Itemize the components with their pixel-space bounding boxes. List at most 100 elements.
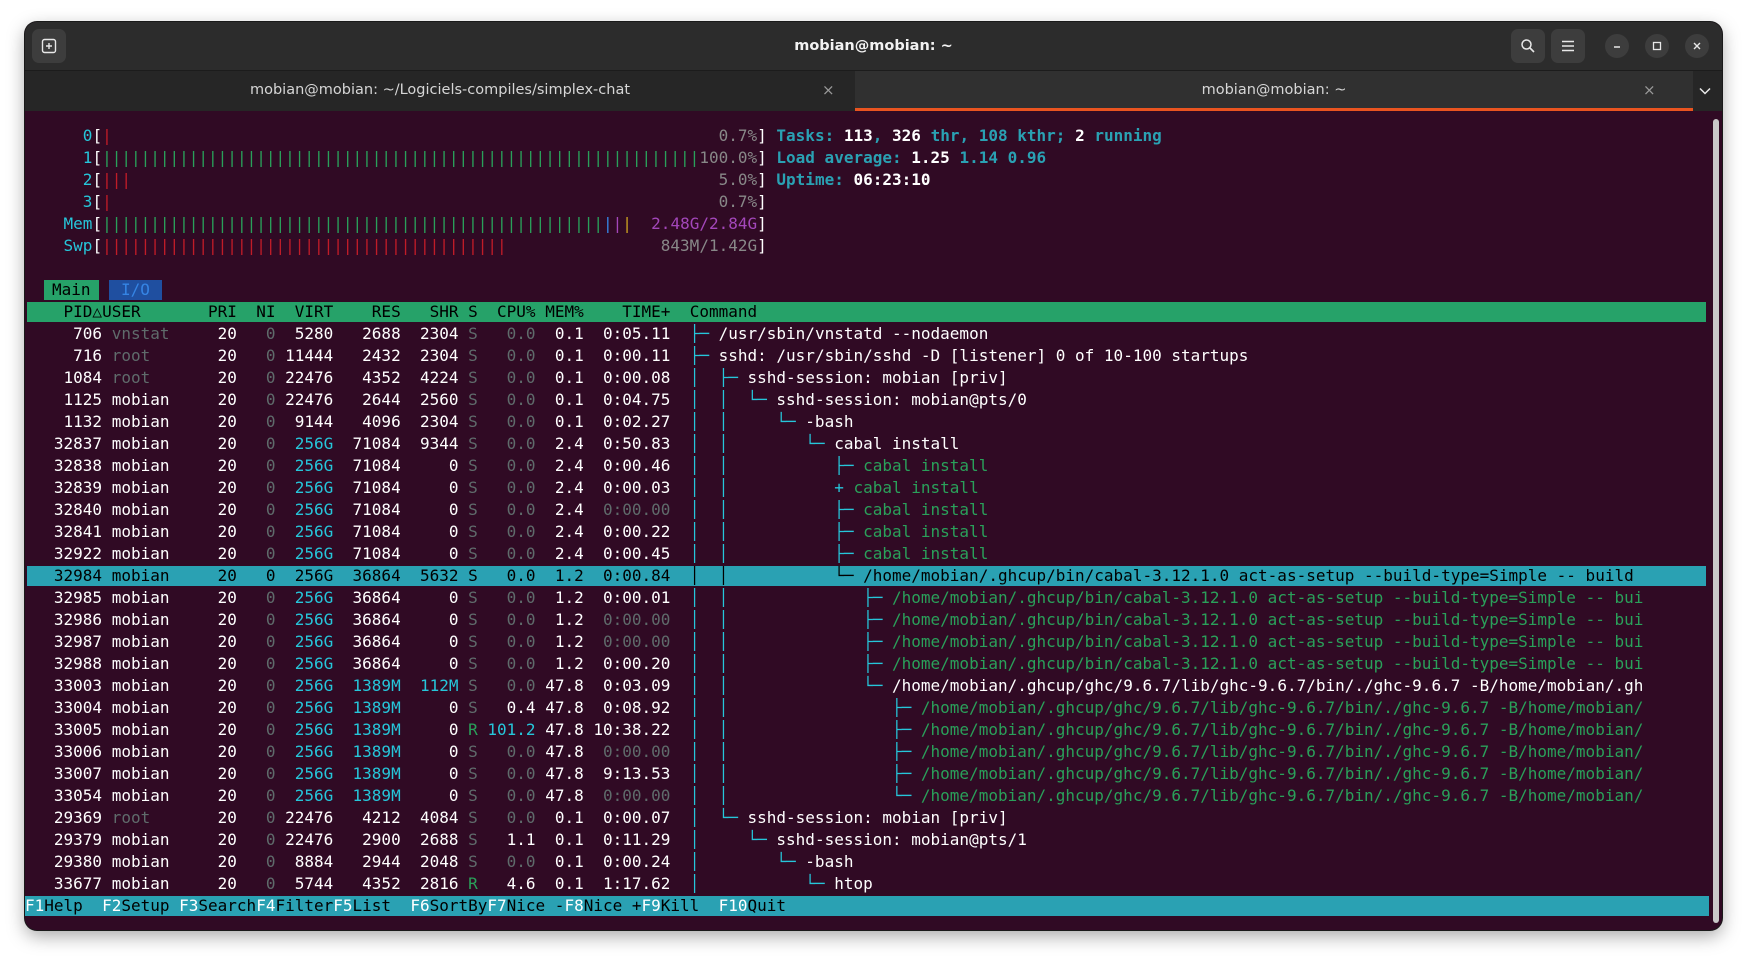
tab-close-icon[interactable]: × [822,71,835,111]
screen-tab-io[interactable]: I/O [109,280,162,300]
process-row[interactable]: 33054 mobian 20 0 256G 1389M 0 S 0.0 47.… [25,785,1643,807]
screen-tab-main[interactable]: Main [44,280,99,300]
text-segment [670,654,689,673]
process-nice: 0 [236,676,276,695]
scrollbar[interactable] [1713,119,1719,923]
text-segment [670,324,689,343]
process-state: S [458,324,478,343]
column-header[interactable]: PID△USER PRI NI VIRT RES SHR S CPU% MEM%… [25,301,758,323]
text-segment [950,148,960,167]
column-command: Command [689,302,758,321]
process-mem: 1.2 [535,654,584,673]
chevron-down-icon[interactable] [1693,79,1717,103]
process-command: cabal install [863,456,989,475]
bracket: ] [757,148,767,167]
tab-simplex-chat[interactable]: mobian@mobian: ~/Logiciels-compiles/simp… [25,71,855,111]
process-virt: 256G [275,764,334,783]
process-state: S [458,786,478,805]
process-cpu: 0.0 [477,368,536,387]
memory-meter: Mem[||||||||||||||||||||||||||||||||||||… [25,213,767,235]
process-row[interactable]: 33677 mobian 20 0 5744 4352 2816 R 4.6 0… [25,873,873,895]
process-virt: 22476 [275,830,334,849]
process-row[interactable]: 32841 mobian 20 0 256G 71084 0 S 0.0 2.4… [25,521,988,543]
process-command: cabal install [863,544,989,563]
process-state: S [458,434,478,453]
process-state: S [458,632,478,651]
text-segment [102,324,112,343]
process-row[interactable]: 33007 mobian 20 0 256G 1389M 0 S 0.0 47.… [25,763,1643,785]
process-row[interactable]: 1132 mobian 20 0 9144 4096 2304 S 0.0 0.… [25,411,854,433]
process-priority: 20 [208,566,237,585]
process-row[interactable]: 32840 mobian 20 0 256G 71084 0 S 0.0 2.4… [25,499,988,521]
process-row[interactable]: 33003 mobian 20 0 256G 1389M 112M S 0.0 … [25,675,1643,697]
tab-home[interactable]: mobian@mobian: ~ [855,71,1693,111]
process-priority: 20 [208,852,237,871]
text-segment [102,544,112,563]
function-key-label: SortBy [429,896,488,915]
process-row[interactable]: 32986 mobian 20 0 256G 36864 0 S 0.0 1.2… [25,609,1643,631]
bracket: [ [92,192,103,211]
process-time: 0:00.11 [583,346,671,365]
process-user: mobian [111,610,209,629]
process-shr: 112M [400,676,459,695]
text-segment [670,742,689,761]
function-key-f2: F2 [102,896,122,915]
process-row[interactable]: 33006 mobian 20 0 256G 1389M 0 S 0.0 47.… [25,741,1643,763]
process-time: 0:02.27 [583,412,671,431]
process-row[interactable]: 29369 root 20 0 22476 4212 4084 S 0.0 0.… [25,807,1008,829]
process-user: mobian [111,434,209,453]
process-shr: 2688 [400,830,459,849]
tab-close-icon[interactable]: × [1643,71,1656,111]
process-row[interactable]: 33005 mobian 20 0 256G 1389M 0 R 101.2 4… [25,719,1643,741]
text-segment [670,588,689,607]
process-priority: 20 [208,456,237,475]
process-row[interactable]: 32922 mobian 20 0 256G 71084 0 S 0.0 2.4… [25,543,988,565]
process-row[interactable]: 29379 mobian 20 0 22476 2900 2688 S 1.1 … [25,829,1027,851]
tasks-label: Tasks: [776,126,835,145]
process-row[interactable]: 32988 mobian 20 0 256G 36864 0 S 0.0 1.2… [25,653,1643,675]
process-cpu: 0.0 [477,390,536,409]
process-row[interactable]: 32984 mobian 20 0 256G 36864 5632 S 0.0 … [25,565,1643,587]
cpu-meter-2: 2[||| 5.0%] Uptime: 06:23:10 [25,169,931,191]
process-pid: 32839 [25,478,103,497]
process-row[interactable]: 32987 mobian 20 0 256G 36864 0 S 0.0 1.2… [25,631,1643,653]
process-nice: 0 [236,742,276,761]
process-cpu: 0.0 [477,544,536,563]
process-row[interactable]: 29380 mobian 20 0 8884 2944 2048 S 0.0 0… [25,851,854,873]
process-row[interactable]: 32837 mobian 20 0 256G 71084 9344 S 0.0 … [25,433,960,455]
process-row[interactable]: 33004 mobian 20 0 256G 1389M 0 S 0.4 47.… [25,697,1643,719]
process-time: 0:05.11 [583,324,671,343]
process-res: 71084 [333,456,401,475]
cpu-meter-bar: ||| [102,170,131,189]
process-state: S [458,698,478,717]
process-virt: 256G [275,500,334,519]
process-command: cabal install [834,434,960,453]
text-segment [670,412,689,431]
terminal-area[interactable]: 0[| 0.7%] Tasks: 113, 326 thr, 108 kthr;… [25,111,1709,930]
minimize-icon[interactable] [1605,34,1629,58]
process-row[interactable]: 32838 mobian 20 0 256G 71084 0 S 0.0 2.4… [25,455,988,477]
process-row[interactable]: 32985 mobian 20 0 256G 36864 0 S 0.0 1.2… [25,587,1643,609]
close-icon[interactable] [1685,34,1709,58]
hamburger-menu-icon[interactable] [1551,29,1585,63]
process-shr: 0 [400,786,459,805]
process-shr: 2304 [400,346,459,365]
memory-used-bar: ||||||||||||||||||||||||||||||||||||||||… [102,214,603,233]
maximize-icon[interactable] [1645,34,1669,58]
process-time: 0:08.92 [583,698,671,717]
process-row[interactable]: 1125 mobian 20 0 22476 2644 2560 S 0.0 0… [25,389,1027,411]
cpu-meter-value: 0.7% [718,192,758,211]
process-virt: 256G [275,632,334,651]
process-shr: 0 [400,654,459,673]
process-cpu: 0.0 [477,522,536,541]
text-segment [102,368,112,387]
process-row[interactable]: 32839 mobian 20 0 256G 71084 0 S 0.0 2.4… [25,477,979,499]
process-row[interactable]: 706 vnstat 20 0 5280 2688 2304 S 0.0 0.1… [25,323,988,345]
search-icon[interactable] [1511,29,1545,63]
process-row[interactable]: 716 root 20 0 11444 2432 2304 S 0.0 0.1 … [25,345,1248,367]
process-mem: 2.4 [535,478,584,497]
process-row[interactable]: 1084 root 20 0 22476 4352 4224 S 0.0 0.1… [25,367,1008,389]
process-pid: 32838 [25,456,103,475]
process-virt: 256G [275,676,334,695]
function-key-menu[interactable]: F1Help F2Setup F3SearchF4FilterF5List F6… [25,895,786,917]
